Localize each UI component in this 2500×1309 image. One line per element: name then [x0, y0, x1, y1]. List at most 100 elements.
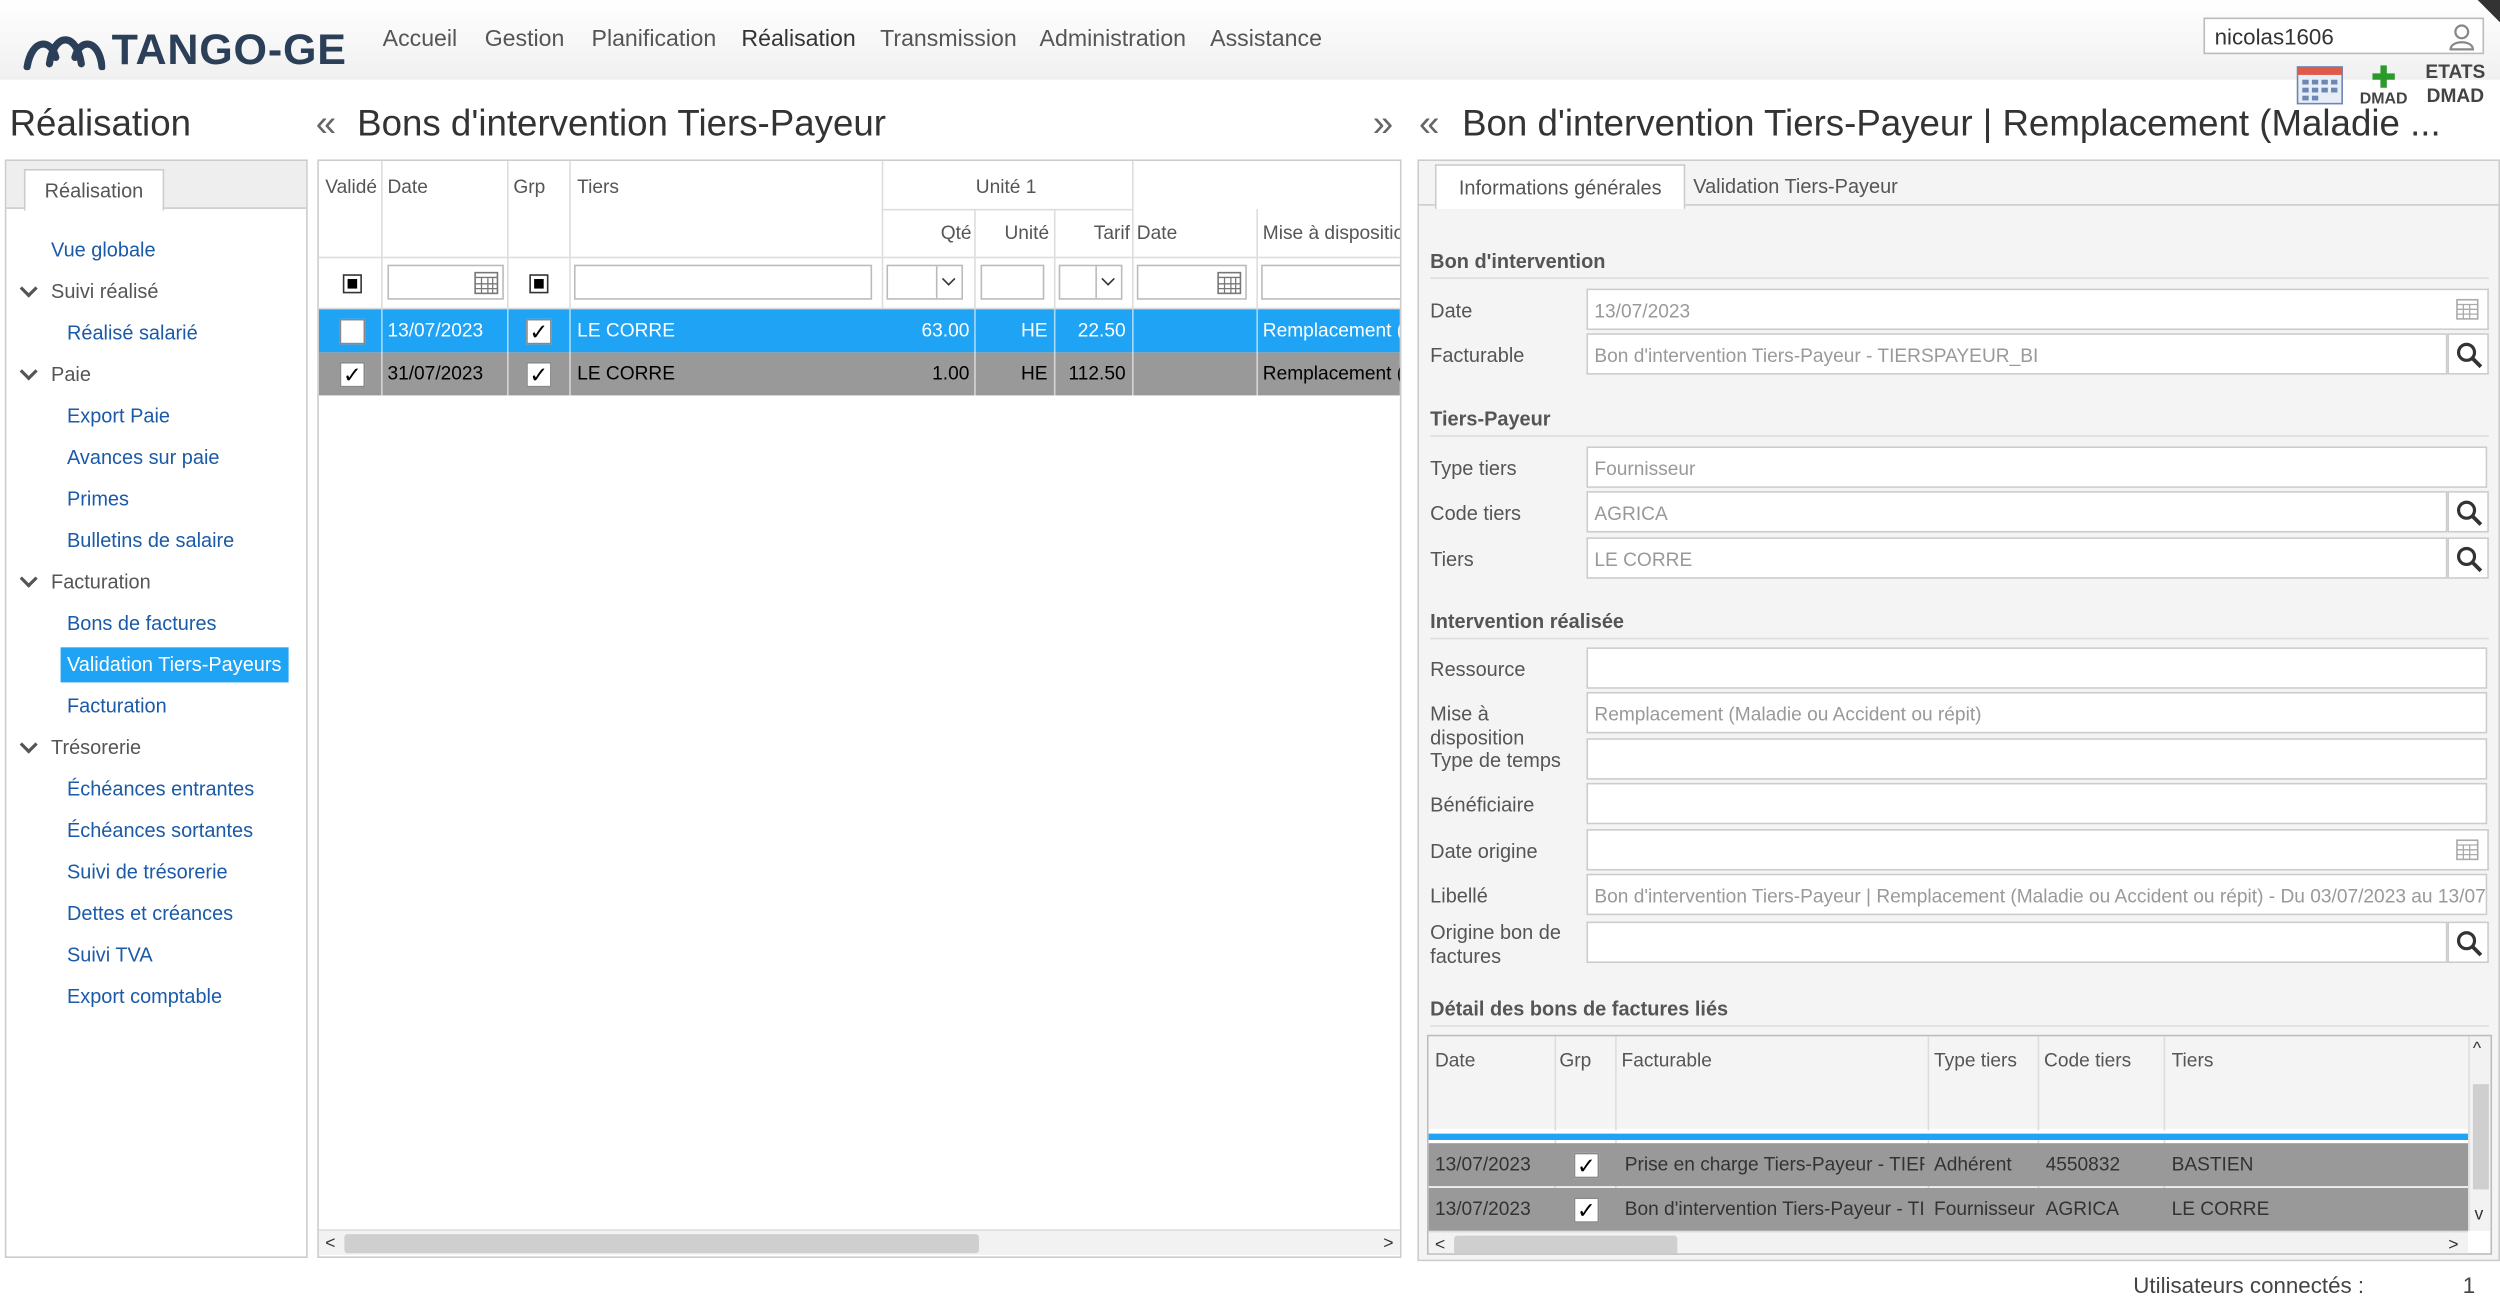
- filter-date-input[interactable]: [387, 264, 504, 300]
- table-row[interactable]: 13/07/2023 ✓ Bon d'intervention Tiers-Pa…: [1428, 1187, 2469, 1231]
- row-grp-checkbox[interactable]: ✓: [1573, 1197, 1600, 1223]
- sub-col-type-tiers[interactable]: Type tiers: [1934, 1049, 2017, 1071]
- calendar-icon[interactable]: [1217, 271, 1243, 295]
- tiers-field[interactable]: LE CORRE: [1586, 537, 2448, 579]
- calendar-icon[interactable]: [474, 271, 500, 295]
- chevron-down-icon[interactable]: [19, 279, 38, 298]
- sidebar-item-vue-globale[interactable]: Vue globale: [51, 236, 156, 265]
- nav-realisation[interactable]: Réalisation: [741, 27, 855, 53]
- nav-gestion[interactable]: Gestion: [485, 27, 565, 53]
- tiers-search-button[interactable]: [2447, 537, 2489, 579]
- facturable-search-button[interactable]: [2447, 333, 2489, 375]
- sidebar-item-validation-tiers-payeurs[interactable]: Validation Tiers-Payeurs: [60, 647, 288, 683]
- facturable-field[interactable]: Bon d'intervention Tiers-Payeur - TIERSP…: [1586, 333, 2448, 375]
- type-tiers-field[interactable]: Fournisseur: [1586, 446, 2488, 488]
- chevron-down-icon[interactable]: [19, 569, 38, 588]
- sub-col-facturable[interactable]: Facturable: [1622, 1049, 1712, 1071]
- scrollbar-thumb[interactable]: [344, 1234, 979, 1254]
- sidebar-group-tr-sorerie[interactable]: Trésorerie: [19, 733, 141, 762]
- subgrid-horizontal-scrollbar[interactable]: < >: [1428, 1230, 2469, 1254]
- calendar-tool-button[interactable]: [2296, 64, 2344, 105]
- scroll-left-icon[interactable]: <: [325, 1231, 335, 1257]
- date-origine-field[interactable]: [1586, 829, 2451, 871]
- sidebar-item-suivi-de-tr-sorerie[interactable]: Suivi de trésorerie: [67, 858, 228, 887]
- collapse-detail-icon[interactable]: «: [1419, 102, 1439, 145]
- mise-a-disposition-field[interactable]: Remplacement (Maladie ou Accident ou rép…: [1586, 691, 2488, 734]
- chevron-down-icon[interactable]: [19, 735, 38, 754]
- nav-transmission[interactable]: Transmission: [880, 27, 1017, 53]
- filter-tiers-input[interactable]: [573, 264, 873, 300]
- sidebar-item-primes[interactable]: Primes: [67, 485, 129, 514]
- brand-logo[interactable]: TANGO-GE: [22, 22, 357, 76]
- sub-col-code-tiers[interactable]: Code tiers: [2044, 1049, 2131, 1071]
- nav-accueil[interactable]: Accueil: [383, 27, 458, 53]
- code-tiers-search-button[interactable]: [2447, 491, 2489, 533]
- sub-col-tiers[interactable]: Tiers: [2172, 1049, 2214, 1071]
- col-header-date[interactable]: Date: [387, 175, 427, 197]
- sidebar-item-avances-sur-paie[interactable]: Avances sur paie: [67, 443, 220, 472]
- nav-planification[interactable]: Planification: [592, 27, 717, 53]
- ressource-field[interactable]: [1586, 647, 2488, 689]
- tab-validation-tiers-payeur[interactable]: Validation Tiers-Payeur: [1671, 164, 1920, 207]
- date-picker-button[interactable]: [2447, 288, 2489, 331]
- sub-col-grp[interactable]: Grp: [1559, 1049, 1591, 1071]
- sidebar-item-facturation[interactable]: Facturation: [67, 692, 167, 721]
- libelle-field[interactable]: Bon d'intervention Tiers-Payeur | Rempla…: [1586, 873, 2488, 916]
- filter-date2-input[interactable]: [1136, 264, 1247, 300]
- nav-assistance[interactable]: Assistance: [1210, 27, 1322, 53]
- filter-mise-input[interactable]: [1261, 264, 1400, 300]
- col-header-grp[interactable]: Grp: [513, 175, 545, 197]
- date-field[interactable]: 13/07/2023: [1586, 288, 2451, 331]
- origine-bon-field[interactable]: [1586, 921, 2448, 964]
- scrollbar-thumb[interactable]: [2472, 1084, 2489, 1190]
- col-header-mise[interactable]: Mise à dispositio: [1263, 222, 1400, 244]
- origine-bon-search-button[interactable]: [2447, 921, 2489, 964]
- date-origine-picker-button[interactable]: [2447, 829, 2489, 871]
- sidebar-item--ch-ances-sortantes[interactable]: Échéances sortantes: [67, 816, 253, 845]
- chevron-down-icon[interactable]: [1095, 266, 1121, 299]
- sidebar-item--ch-ances-entrantes[interactable]: Échéances entrantes: [67, 775, 254, 804]
- sidebar-group-facturation[interactable]: Facturation: [19, 568, 151, 597]
- filter-qte-select[interactable]: [886, 264, 964, 300]
- col-header-tarif[interactable]: Tarif: [1094, 222, 1130, 244]
- table-row[interactable]: 13/07/2023 ✓ LE CORRE 63.00 HE 22.50 Rem…: [318, 309, 1400, 353]
- user-icon[interactable]: [2447, 22, 2476, 51]
- row-valide-checkbox[interactable]: ✓: [339, 361, 366, 388]
- col-header-tiers[interactable]: Tiers: [577, 175, 619, 197]
- nav-administration[interactable]: Administration: [1040, 27, 1186, 53]
- sidebar-item-dettes-et-cr-ances[interactable]: Dettes et créances: [67, 899, 233, 928]
- beneficiaire-field[interactable]: [1586, 782, 2488, 825]
- scroll-down-icon[interactable]: v: [2475, 1202, 2484, 1228]
- sidebar-item-r-alis-salari-[interactable]: Réalisé salarié: [67, 319, 198, 348]
- grid-horizontal-scrollbar[interactable]: < >: [318, 1229, 1400, 1257]
- user-field[interactable]: nicolas1606: [2203, 17, 2485, 55]
- type-de-temps-field[interactable]: [1586, 738, 2488, 780]
- subgrid-vertical-scrollbar[interactable]: ^ v: [2468, 1036, 2491, 1231]
- filter-valide-checkbox[interactable]: [342, 274, 362, 294]
- row-grp-checkbox[interactable]: ✓: [526, 318, 552, 345]
- row-grp-checkbox[interactable]: ✓: [526, 361, 552, 388]
- sidebar-tab-realisation[interactable]: Réalisation: [23, 169, 164, 211]
- sidebar-item-bulletins-de-salaire[interactable]: Bulletins de salaire: [67, 526, 234, 555]
- chevron-down-icon[interactable]: [19, 362, 38, 381]
- tab-informations-generales[interactable]: Informations générales: [1434, 164, 1686, 209]
- table-row[interactable]: ✓ 31/07/2023 ✓ LE CORRE 1.00 HE 112.50 R…: [318, 352, 1400, 396]
- expand-right-icon[interactable]: »: [1373, 102, 1393, 145]
- sidebar-item-suivi-tva[interactable]: Suivi TVA: [67, 941, 153, 970]
- col-header-unite1[interactable]: Unité 1: [976, 175, 1037, 197]
- col-header-qte[interactable]: Qté: [941, 222, 972, 244]
- sidebar-item-export-paie[interactable]: Export Paie: [67, 402, 170, 431]
- filter-tarif-select[interactable]: [1058, 264, 1123, 300]
- scroll-right-icon[interactable]: >: [2448, 1232, 2458, 1254]
- partial-selected-row[interactable]: [1428, 1130, 2469, 1140]
- sidebar-group-suivi-r-alis-[interactable]: Suivi réalisé: [19, 277, 158, 306]
- col-header-unite[interactable]: Unité: [1004, 222, 1049, 244]
- filter-unite-input[interactable]: [980, 264, 1045, 300]
- table-row[interactable]: 13/07/2023 ✓ Prise en charge Tiers-Payeu…: [1428, 1143, 2469, 1187]
- collapse-left-icon[interactable]: «: [316, 102, 336, 145]
- scrollbar-thumb[interactable]: [1454, 1235, 1678, 1254]
- col-header-date2[interactable]: Date: [1137, 222, 1177, 244]
- chevron-down-icon[interactable]: [935, 266, 962, 299]
- sidebar-group-paie[interactable]: Paie: [19, 360, 91, 389]
- scroll-up-icon[interactable]: ^: [2473, 1036, 2481, 1062]
